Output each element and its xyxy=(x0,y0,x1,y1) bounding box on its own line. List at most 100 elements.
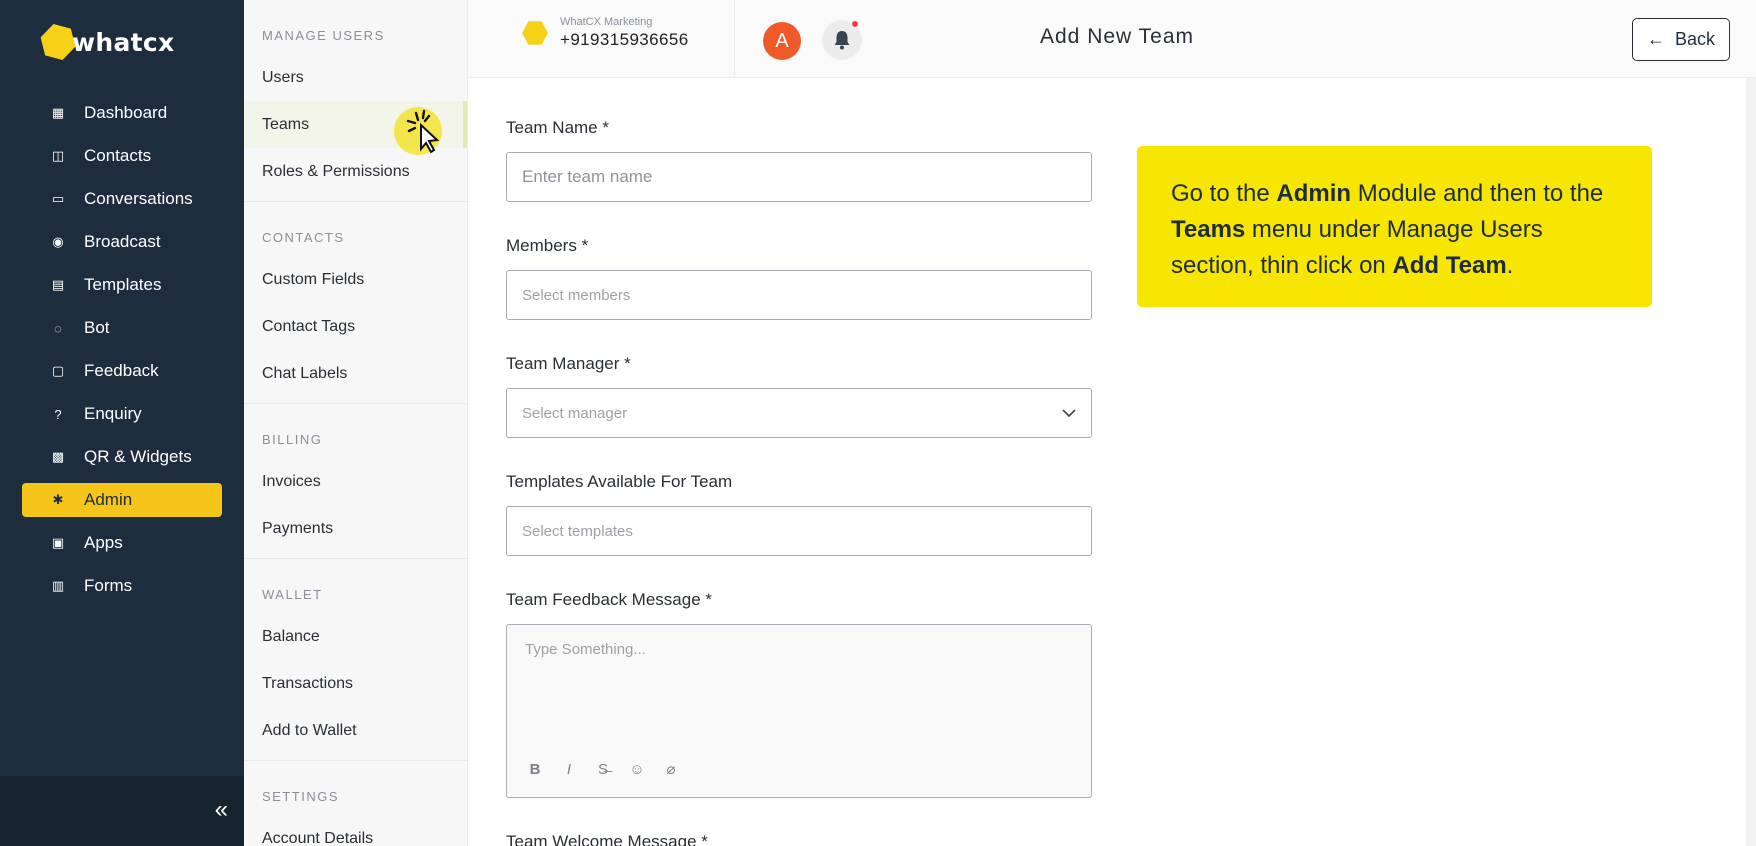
arrow-left-icon: ← xyxy=(1646,29,1665,49)
submenu-section: CONTACTS Custom Fields Contact Tags Chat La… xyxy=(244,202,467,404)
callout-emphasis: Add Team xyxy=(1392,252,1507,279)
templates-input[interactable] xyxy=(506,506,1092,556)
sidebar-item-contacts[interactable]: ◫ Contacts xyxy=(22,139,222,173)
templates-label: Templates Available For Team xyxy=(506,472,733,491)
qr-icon: ▩ xyxy=(51,449,65,464)
sidebar-footer: « xyxy=(0,776,244,846)
bot-icon: ◌ xyxy=(54,320,62,336)
sidebar-item-label: QR & Widgets xyxy=(84,447,192,466)
submenu-item-label: Transactions xyxy=(262,674,353,692)
grid-icon: ▦ xyxy=(51,105,65,120)
submenu-item-label: Payments xyxy=(262,519,334,537)
italic-icon[interactable]: I xyxy=(559,759,579,779)
admin-submenu: MANAGE USERS Users Teams Roles & Permission… xyxy=(244,0,468,846)
submenu-item-label: Custom Fields xyxy=(262,270,365,288)
contacts-icon: ◫ xyxy=(51,148,65,163)
submenu-item-label: Account Details xyxy=(262,829,374,846)
clipboard-icon: ▥ xyxy=(51,578,65,593)
strikethrough-icon[interactable]: S̶ xyxy=(593,759,613,779)
sidebar-item-apps[interactable]: ▣ Apps xyxy=(22,526,222,560)
top-bar: WhatCX Marketing +919315936656 A Add New… xyxy=(468,0,1756,78)
whatcx-logo[interactable]: whatcx xyxy=(40,22,174,62)
user-avatar[interactable]: A xyxy=(763,22,801,60)
notifications-button[interactable] xyxy=(822,20,862,60)
submenu-section-title: MANAGE USERS xyxy=(262,28,385,43)
sidebar-item-conversations[interactable]: ▭ Conversations xyxy=(22,182,222,216)
tutorial-callout: Go to the Admin Module and then to the T… xyxy=(1137,146,1652,307)
callout-text: . xyxy=(1506,252,1514,279)
sidebar-nav: ▦ Dashboard ◫ Contacts ▭ Conversations ◉ Broadc… xyxy=(22,96,222,612)
submenu-item-account-details[interactable]: Account Details xyxy=(244,815,467,846)
feedback-icon: ▢ xyxy=(51,363,65,378)
sidebar-item-dashboard[interactable]: ▦ Dashboard xyxy=(22,96,222,130)
members-input[interactable] xyxy=(506,270,1092,320)
submenu-item-label: Balance xyxy=(262,627,320,645)
sidebar-item-templates[interactable]: ▤ Templates xyxy=(22,268,222,302)
sidebar-item-label: Enquiry xyxy=(84,404,142,423)
submenu-section: BILLING Invoices Payments xyxy=(244,404,467,559)
team-name-input[interactable] xyxy=(506,152,1092,202)
feedback-message-textarea[interactable] xyxy=(507,625,1091,755)
submenu-item-contact-tags[interactable]: Contact Tags xyxy=(244,303,467,350)
sidebar-item-label: Dashboard xyxy=(84,103,168,122)
submenu-item-label: Contact Tags xyxy=(262,317,356,335)
team-manager-select[interactable]: Select manager xyxy=(506,388,1092,438)
sidebar-item-label: Bot xyxy=(84,318,110,337)
back-label: Back xyxy=(1674,29,1716,49)
feedback-message-editor: BI S̶ ☺ ⌀ xyxy=(506,624,1092,798)
team-name-label: Team Name * xyxy=(506,118,609,137)
sidebar-item-admin[interactable]: ✱ Admin xyxy=(22,483,222,517)
callout-emphasis: Teams xyxy=(1171,216,1246,243)
sidebar-item-forms[interactable]: ▥ Forms xyxy=(22,569,222,603)
sidebar-item-label: Apps xyxy=(84,533,123,552)
emoji-icon[interactable]: ☺ xyxy=(627,759,647,779)
add-team-form: Team Name * Members * Team Manager * Sel… xyxy=(506,118,1092,846)
bold-icon[interactable]: B xyxy=(525,759,545,779)
callout-text: Module and then to the xyxy=(1351,180,1604,207)
sidebar-item-label: Templates xyxy=(84,275,162,294)
feedback-message-label: Team Feedback Message * xyxy=(506,590,712,609)
submenu-item-teams[interactable]: Teams xyxy=(244,101,467,155)
submenu-item-add-to-wallet[interactable]: Add to Wallet xyxy=(244,707,467,754)
logo-text: whatcx xyxy=(72,27,175,57)
submenu-item-roles-permissions[interactable]: Roles & Permissions xyxy=(244,148,467,195)
team-manager-placeholder: Select manager xyxy=(522,404,628,422)
account-switcher[interactable]: WhatCX Marketing +919315936656 xyxy=(522,16,689,50)
question-icon: ? xyxy=(54,406,62,422)
submenu-item-label: Invoices xyxy=(262,472,321,490)
template-icon: ▤ xyxy=(51,277,65,292)
sidebar-item-bot[interactable]: ◌ Bot xyxy=(22,311,222,345)
collapse-sidebar-icon[interactable]: « xyxy=(215,796,228,824)
sidebar-item-qr-widgets[interactable]: ▩ QR & Widgets xyxy=(22,440,222,474)
sidebar-item-label: Forms xyxy=(84,576,133,595)
main-sidebar: whatcx ▦ Dashboard ◫ Contacts ▭ Conversations… xyxy=(0,0,244,846)
back-button[interactable]: ← Back xyxy=(1632,18,1730,61)
attachment-icon[interactable]: ⌀ xyxy=(661,759,681,779)
submenu-item-balance[interactable]: Balance xyxy=(244,613,467,660)
submenu-item-transactions[interactable]: Transactions xyxy=(244,660,467,707)
submenu-item-invoices[interactable]: Invoices xyxy=(244,458,467,505)
callout-text: Go to the xyxy=(1171,180,1277,207)
submenu-section: SETTINGS Account Details xyxy=(244,761,467,846)
page-title: Add New Team xyxy=(1040,25,1195,48)
account-logo-icon xyxy=(522,21,548,45)
sidebar-item-label: Conversations xyxy=(84,189,193,208)
submenu-section-title: WALLET xyxy=(262,587,323,602)
submenu-item-custom-fields[interactable]: Custom Fields xyxy=(244,256,467,303)
chevron-down-icon xyxy=(1062,408,1076,417)
submenu-section-title: SETTINGS xyxy=(262,789,340,804)
submenu-item-chat-labels[interactable]: Chat Labels xyxy=(244,350,467,397)
account-name: WhatCX Marketing xyxy=(560,16,653,28)
submenu-item-payments[interactable]: Payments xyxy=(244,505,467,552)
account-phone: +919315936656 xyxy=(560,30,689,49)
page-scrollbar[interactable] xyxy=(1746,78,1756,846)
sidebar-item-enquiry[interactable]: ? Enquiry xyxy=(22,397,222,431)
team-manager-label: Team Manager * xyxy=(506,354,631,373)
notification-dot xyxy=(851,20,859,28)
sidebar-item-label: Admin xyxy=(84,490,133,509)
sidebar-item-feedback[interactable]: ▢ Feedback xyxy=(22,354,222,388)
submenu-item-users[interactable]: Users xyxy=(244,54,467,101)
sidebar-item-broadcast[interactable]: ◉ Broadcast xyxy=(22,225,222,259)
submenu-item-label: Roles & Permissions xyxy=(262,162,410,180)
members-label: Members * xyxy=(506,236,589,255)
